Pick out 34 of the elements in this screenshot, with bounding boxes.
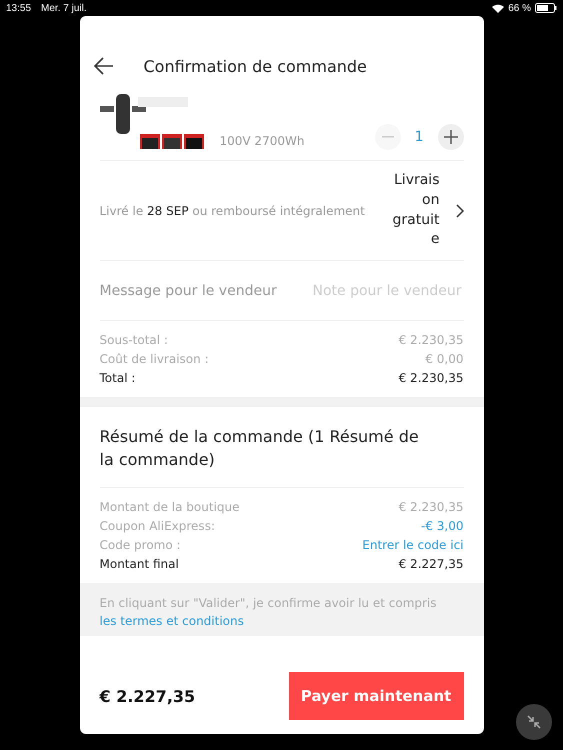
- terms-notice: En cliquant sur "Valider", je confirme avoir lu et compris les termes et conditions: [80, 583, 484, 636]
- amount-value: € 2.230,35: [398, 500, 464, 514]
- collapse-icon[interactable]: [516, 704, 552, 740]
- summary-label: Code promo :: [100, 538, 181, 552]
- message-label: Message pour le vendeur: [100, 282, 277, 298]
- summary-label: Total :: [100, 371, 136, 385]
- product-variant: 100V 2700Wh: [220, 134, 304, 148]
- chevron-right-icon[interactable]: [456, 204, 464, 218]
- summary-label: Montant final: [100, 557, 179, 572]
- battery-icon: [535, 3, 557, 13]
- clock-time: 13:55: [6, 2, 32, 14]
- summary-title: Résumé de la commande (1 Résumé de la commande): [98, 426, 420, 472]
- page-title: Confirmation de commande: [144, 56, 367, 76]
- amount-value: -€ 3,00: [421, 519, 464, 534]
- status-date: Mer. 7 juil.: [41, 2, 87, 14]
- pay-now-button[interactable]: Payer maintenant: [288, 672, 464, 720]
- back-arrow-icon[interactable]: [94, 57, 114, 75]
- summary-label: Coût de livraison :: [100, 352, 209, 366]
- order-total: € 2.227,35: [100, 686, 196, 706]
- summary-label: Coupon AliExpress:: [100, 519, 215, 534]
- shipping-option[interactable]: Livraison gratuite: [388, 171, 440, 250]
- amount-value: € 0,00: [425, 352, 464, 366]
- plus-icon[interactable]: [438, 124, 464, 150]
- quantity-value: 1: [414, 129, 424, 145]
- amount-value: € 2.230,35: [398, 333, 464, 347]
- summary-label: Montant de la boutique: [100, 500, 240, 514]
- promo-code-link[interactable]: Entrer le code ici: [362, 538, 464, 552]
- summary-label: Sous-total :: [100, 333, 168, 347]
- delivery-estimate: Livré le 28 SEP ou remboursé intégralement: [100, 204, 366, 218]
- amount-value: € 2.227,35: [398, 557, 464, 572]
- battery-percentage: 66 %: [508, 2, 531, 14]
- amount-value: € 2.230,35: [398, 371, 464, 385]
- terms-link[interactable]: les termes et conditions: [100, 614, 244, 628]
- wifi-icon: [492, 4, 504, 12]
